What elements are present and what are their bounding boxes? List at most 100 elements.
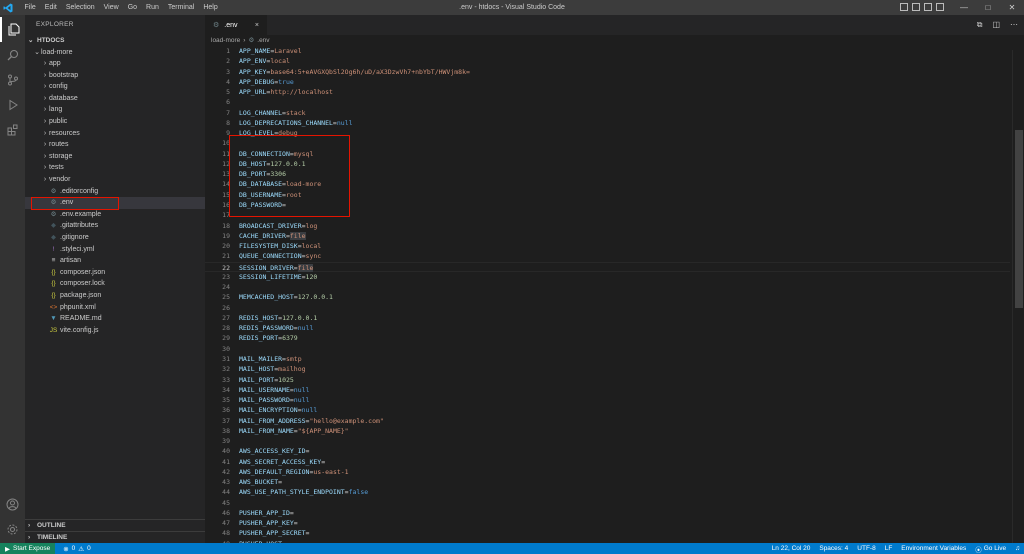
search-icon[interactable] (0, 42, 25, 67)
tree-folder-resources[interactable]: › resources (25, 128, 205, 140)
env-value: file (289, 231, 306, 240)
menu-item-file[interactable]: File (20, 4, 40, 11)
tree-folder-storage[interactable]: › storage (25, 151, 205, 163)
code-line-text: FILESYSTEM_DISK=local (239, 242, 322, 251)
code-line: 46 PUSHER_APP_ID= (205, 508, 1010, 518)
toggle-panel-icon[interactable] (912, 3, 920, 11)
indentation[interactable]: Spaces: 4 (819, 545, 848, 552)
tree-folder-lang[interactable]: › lang (25, 104, 205, 116)
tree-filereadme-md[interactable]: ▼ README.md (25, 313, 205, 325)
env-value: 127.0.0.1 (297, 293, 333, 302)
env-value: file (297, 263, 314, 272)
warning-icon: ⚠ (78, 545, 85, 553)
close-tab-icon[interactable]: × (255, 22, 259, 29)
tree-file-env-example[interactable]: ⚙ .env.example (25, 209, 205, 221)
menu-item-view[interactable]: View (99, 4, 123, 11)
toggle-secondary-sidebar-icon[interactable] (924, 3, 932, 11)
tree-file-label: composer.lock (60, 280, 105, 288)
code-line-text: APP_URL=http://localhost (239, 88, 333, 97)
scrollbar-thumb[interactable] (1015, 130, 1023, 308)
outline-section[interactable]: › OUTLINE (25, 519, 205, 532)
tree-folder-load-more[interactable]: ⌄ load-more (25, 47, 205, 59)
run-debug-icon[interactable] (0, 92, 25, 117)
menu-item-run[interactable]: Run (142, 4, 164, 11)
notifications-bell-icon[interactable]: ♫ (1015, 545, 1020, 552)
more-actions-icon[interactable]: ⋯ (1010, 20, 1018, 30)
tree-filecomposer-lock[interactable]: {} composer.lock (25, 278, 205, 290)
env-key: PUSHER_APP_SECRET (239, 529, 306, 538)
menu-item-terminal[interactable]: Terminal (163, 4, 198, 11)
breadcrumb: load-more › ⚙ .env (205, 35, 1024, 46)
tree-filephpunit-xml[interactable]: <> phpunit.xml (25, 302, 205, 314)
workspace-root[interactable]: ⌄ HTDOCS (25, 35, 205, 47)
code-line: 20 FILESYSTEM_DISK=local (205, 241, 1010, 251)
tree-folder-config[interactable]: › config (25, 81, 205, 93)
vertical-scrollbar[interactable] (1012, 50, 1024, 543)
env-value: null (301, 406, 318, 415)
tree-folder-vendor[interactable]: › vendor (25, 174, 205, 186)
tree-filecomposer-json[interactable]: {} composer.json (25, 267, 205, 279)
chevron-right-icon: › (43, 118, 47, 126)
start-expose-button[interactable]: ▶ Start Expose (0, 543, 56, 554)
code-line: 37 MAIL_FROM_ADDRESS="hello@example.com" (205, 416, 1010, 426)
tree-folder-label: public (49, 118, 68, 126)
accounts-icon[interactable] (0, 492, 25, 517)
maximize-button[interactable]: □ (976, 0, 1000, 15)
tree-file-styleci-yml[interactable]: ! .styleci.yml (25, 244, 205, 256)
line-number: 8 (226, 118, 230, 127)
line-number: 14 (222, 180, 230, 189)
breadcrumb-file[interactable]: .env (257, 35, 269, 46)
tree-fileartisan[interactable]: ≡ artisan (25, 255, 205, 267)
menu-item-edit[interactable]: Edit (40, 4, 61, 11)
code-line: 48 PUSHER_APP_SECRET= (205, 528, 1010, 538)
tree-file-editorconfig[interactable]: ⚙ .editorconfig (25, 186, 205, 198)
tree-folder-routes[interactable]: › routes (25, 139, 205, 151)
open-preview-icon[interactable]: ⧉ (977, 20, 983, 30)
close-button[interactable]: ✕ (1000, 0, 1024, 15)
timeline-section[interactable]: › TIMELINE (25, 531, 205, 544)
problems-indicator[interactable]: ⊗ 0 ⚠ 0 (63, 545, 91, 553)
code-line-text: APP_ENV=local (239, 57, 290, 66)
tree-filevite-config-js[interactable]: JS vite.config.js (25, 325, 205, 337)
workspace-root-label: HTDOCS (37, 37, 65, 44)
env-key: REDIS_PORT (239, 334, 279, 343)
source-control-icon[interactable] (0, 67, 25, 92)
manage-gear-icon[interactable] (0, 517, 25, 542)
tree-file-gitattributes[interactable]: ◆ .gitattributes (25, 220, 205, 232)
split-editor-icon[interactable]: ◫ (992, 20, 1000, 30)
line-number: 20 (222, 242, 230, 251)
tree-filepackage-json[interactable]: {} package.json (25, 290, 205, 302)
menu-item-selection[interactable]: Selection (61, 4, 99, 11)
cursor-position[interactable]: Ln 22, Col 20 (772, 545, 811, 552)
menu-item-help[interactable]: Help (199, 4, 222, 11)
breadcrumb-folder[interactable]: load-more (211, 35, 240, 46)
customize-layout-icon[interactable] (936, 3, 944, 11)
line-number: 10 (222, 139, 230, 148)
tree-file-gitignore[interactable]: ◆ .gitignore (25, 232, 205, 244)
explorer-title: EXPLORER (36, 21, 74, 28)
tree-file-label: .gitignore (60, 234, 89, 241)
end-of-line[interactable]: LF (885, 545, 893, 552)
code-editor[interactable]: 1 APP_NAME=Laravel 2 APP_ENV=local 3 APP_KEY=… (205, 46, 1010, 549)
tree-folder-bootstrap[interactable]: › bootstrap (25, 70, 205, 82)
tab-env[interactable]: ⚙ .env × (205, 15, 267, 35)
menu-item-go[interactable]: Go (123, 4, 141, 11)
toggle-primary-sidebar-icon[interactable] (900, 3, 908, 11)
go-live-label: Go Live (983, 545, 1007, 552)
tree-folder-app[interactable]: › app (25, 58, 205, 70)
extensions-icon[interactable] (0, 117, 25, 142)
env-key: APP_NAME (239, 47, 271, 55)
code-line: 27 REDIS_HOST=127.0.0.1 (205, 313, 1010, 323)
go-live-button[interactable]: ⦿ Go Live (975, 544, 1006, 554)
encoding[interactable]: UTF-8 (857, 545, 875, 552)
tree-folder-database[interactable]: › database (25, 93, 205, 105)
line-number: 46 (222, 508, 230, 517)
tree-folder-public[interactable]: › public (25, 116, 205, 128)
line-number: 19 (222, 231, 230, 240)
env-key: MAIL_ENCRYPTION (239, 406, 298, 415)
language-mode[interactable]: Environment Variables (901, 545, 966, 552)
explorer-icon[interactable] (0, 17, 25, 42)
tree-folder-tests[interactable]: › tests (25, 162, 205, 174)
minimize-button[interactable]: — (952, 0, 976, 15)
